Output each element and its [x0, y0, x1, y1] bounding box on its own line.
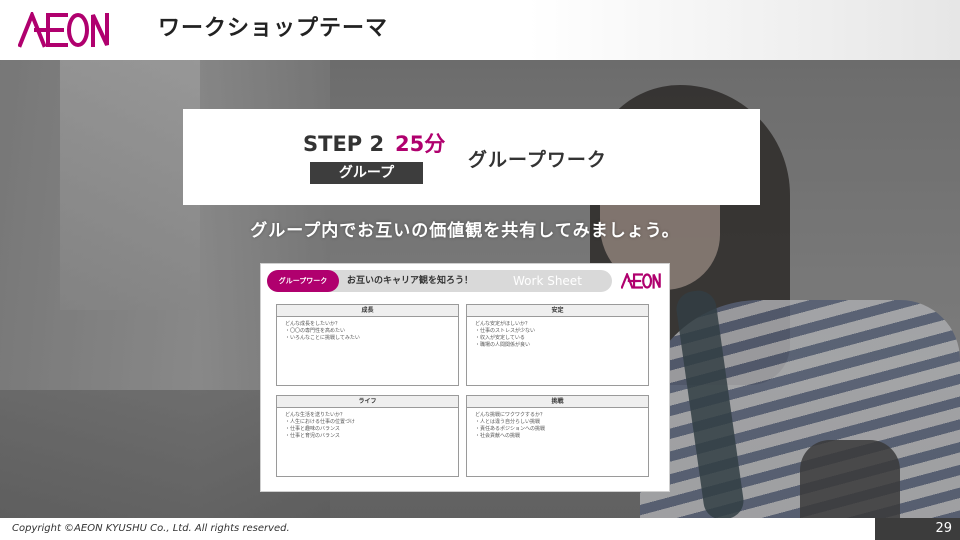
cell-line: ・仕事のストレスが少ない	[475, 328, 536, 334]
cell-line: ・〇〇の専門性を高めたい	[285, 328, 346, 334]
instruction-text: グループ内でお互いの価値観を共有してみましょう。	[250, 221, 680, 241]
cell-line: どんな挑戦にワクワクするか？	[475, 412, 546, 418]
cell-heading: 成長	[277, 305, 458, 317]
worksheet-subtitle: Work Sheet	[513, 274, 582, 288]
worksheet-cell-challenge: 挑戦 どんな挑戦にワクワクするか？ ・人とは違う自分らしい挑戦 ・責任あるポジシ…	[466, 395, 649, 477]
cell-heading: ライフ	[277, 396, 458, 408]
cell-line: ・仕事と育児のバランス	[285, 433, 340, 439]
worksheet-header-bar: グループワーク お互いのキャリア観を知ろう！ Work Sheet	[267, 270, 612, 292]
cell-heading: 安定	[467, 305, 648, 317]
step-time: 25分	[395, 132, 446, 156]
group-badge: グループ	[310, 162, 423, 184]
worksheet-aeon-logo	[621, 273, 661, 289]
cell-line: ・責任あるポジションへの挑戦	[475, 426, 546, 432]
worksheet-cell-growth: 成長 どんな成長をしたいか？ ・〇〇の専門性を高めたい ・いろんなことに挑戦して…	[276, 304, 459, 386]
cell-line: ・人とは違う自分らしい挑戦	[475, 419, 541, 425]
page-number: 29	[875, 518, 960, 540]
step-box: STEP 2 25分 グループ グループワーク	[183, 109, 760, 205]
cell-heading: 挑戦	[467, 396, 648, 408]
cell-line: どんな安定がほしいか？	[475, 321, 531, 327]
slide-header: ワークショップテーマ	[0, 0, 960, 60]
worksheet-title: お互いのキャリア観を知ろう！	[347, 276, 474, 286]
worksheet-pill: グループワーク	[267, 270, 339, 292]
step-name: グループワーク	[468, 149, 607, 171]
cell-line: ・いろんなことに挑戦してみたい	[285, 335, 360, 341]
worksheet-preview: グループワーク お互いのキャリア観を知ろう！ Work Sheet 成長 どんな…	[260, 263, 670, 492]
cell-line: ・仕事と趣味のバランス	[285, 426, 340, 432]
slide-footer: Copyright ©AEON KYUSHU Co., Ltd. All rig…	[0, 518, 960, 540]
worksheet-cell-life: ライフ どんな生活を送りたいか？ ・人生における仕事の位置づけ ・仕事と趣味のバ…	[276, 395, 459, 477]
cell-line: ・社会貢献への挑戦	[475, 433, 521, 439]
worksheet-cell-stability: 安定 どんな安定がほしいか？ ・仕事のストレスが少ない ・収入が安定している ・…	[466, 304, 649, 386]
step-label: STEP 2	[303, 132, 385, 156]
cell-line: ・収入が安定している	[475, 335, 525, 341]
copyright-text: Copyright ©AEON KYUSHU Co., Ltd. All rig…	[12, 523, 290, 534]
aeon-logo	[18, 12, 109, 48]
slide-title: ワークショップテーマ	[158, 16, 389, 41]
cell-line: ・人生における仕事の位置づけ	[285, 419, 356, 425]
cell-line: どんな成長をしたいか？	[285, 321, 341, 327]
cell-line: ・職場の人間関係が良い	[475, 342, 531, 348]
cell-line: どんな生活を送りたいか？	[285, 412, 346, 418]
